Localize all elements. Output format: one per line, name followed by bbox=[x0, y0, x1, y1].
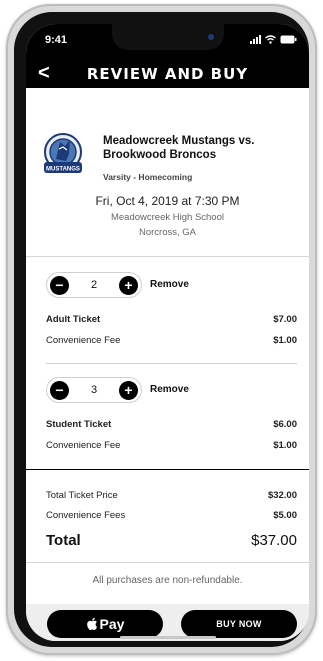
apple-pay-label: Pay bbox=[99, 616, 125, 632]
phone-frame: 9:41 < REVIEW AND BUY MUSTANGS Meadowcre… bbox=[6, 4, 317, 655]
event-name: Meadowcreek Mustangs vs. Brookwood Bronc… bbox=[103, 135, 255, 161]
event-city: Norcross, GA bbox=[138, 227, 196, 238]
app-screen: 9:41 < REVIEW AND BUY MUSTANGS Meadowcre… bbox=[26, 24, 309, 641]
convenience-fees-label: Convenience Fees bbox=[46, 510, 126, 521]
camera-icon bbox=[208, 34, 214, 40]
quantity-value: 2 bbox=[90, 279, 98, 291]
fee-row: Convenience Fee $1.00 bbox=[46, 440, 297, 451]
fee-label: Convenience Fee bbox=[46, 335, 121, 346]
quantity-stepper-student: − 3 + bbox=[46, 377, 142, 403]
quantity-stepper-adult: − 2 + bbox=[46, 272, 142, 298]
summary-divider bbox=[26, 469, 309, 470]
convenience-fees-row: Convenience Fees $5.00 bbox=[46, 510, 297, 521]
fee-label: Convenience Fee bbox=[46, 440, 121, 451]
minus-icon[interactable]: − bbox=[50, 380, 69, 400]
home-indicator bbox=[120, 636, 216, 639]
fee-amount: $1.00 bbox=[273, 335, 297, 346]
buy-now-button[interactable]: BUY NOW bbox=[181, 610, 297, 638]
ticket-name: Student Ticket bbox=[46, 419, 112, 430]
apple-icon bbox=[86, 617, 97, 631]
ticket-price-row: Student Ticket $6.00 bbox=[46, 419, 297, 430]
top-nav-bar: < REVIEW AND BUY bbox=[26, 58, 309, 88]
notch bbox=[112, 24, 224, 50]
event-venue: Meadowcreek High School bbox=[110, 212, 224, 223]
convenience-fees: $5.00 bbox=[273, 510, 297, 521]
divider bbox=[46, 363, 297, 364]
team-logo: MUSTANGS bbox=[44, 133, 82, 173]
svg-text:MUSTANGS: MUSTANGS bbox=[46, 167, 80, 173]
ticket-name: Adult Ticket bbox=[46, 314, 101, 325]
plus-icon[interactable]: + bbox=[119, 275, 138, 295]
total-ticket-price: $32.00 bbox=[267, 490, 297, 501]
total-amount: $37.00 bbox=[251, 532, 297, 549]
plus-icon[interactable]: + bbox=[119, 380, 138, 400]
signal-icon bbox=[250, 35, 261, 44]
remove-button[interactable]: Remove bbox=[150, 384, 189, 395]
remove-button[interactable]: Remove bbox=[150, 279, 189, 290]
status-icons bbox=[250, 35, 297, 44]
refund-note: All purchases are non-refundable. bbox=[92, 575, 243, 586]
fee-row: Convenience Fee $1.00 bbox=[46, 335, 297, 346]
event-date: Fri, Oct 4, 2019 at 7:30 PM bbox=[95, 194, 240, 208]
minus-icon[interactable]: − bbox=[50, 275, 69, 295]
fee-amount: $1.00 bbox=[273, 440, 297, 451]
ticket-price: $6.00 bbox=[273, 419, 297, 430]
refund-note-band: All purchases are non-refundable. bbox=[26, 562, 309, 605]
wifi-icon bbox=[265, 35, 276, 44]
event-level: Varsity - Homecoming bbox=[103, 172, 193, 182]
total-ticket-price-label: Total Ticket Price bbox=[46, 490, 118, 501]
quantity-value: 3 bbox=[90, 384, 98, 396]
total-ticket-price-row: Total Ticket Price $32.00 bbox=[46, 490, 297, 501]
total-row: Total $37.00 bbox=[46, 532, 297, 549]
ticket-price-row: Adult Ticket $7.00 bbox=[46, 314, 297, 325]
event-summary: MUSTANGS Meadowcreek Mustangs vs. Brookw… bbox=[26, 88, 309, 257]
status-time: 9:41 bbox=[45, 34, 68, 46]
apple-pay-button[interactable]: Pay bbox=[47, 610, 163, 638]
page-title: REVIEW AND BUY bbox=[86, 65, 249, 83]
total-label: Total bbox=[46, 532, 81, 549]
ticket-price: $7.00 bbox=[273, 314, 297, 325]
battery-icon bbox=[280, 35, 297, 44]
